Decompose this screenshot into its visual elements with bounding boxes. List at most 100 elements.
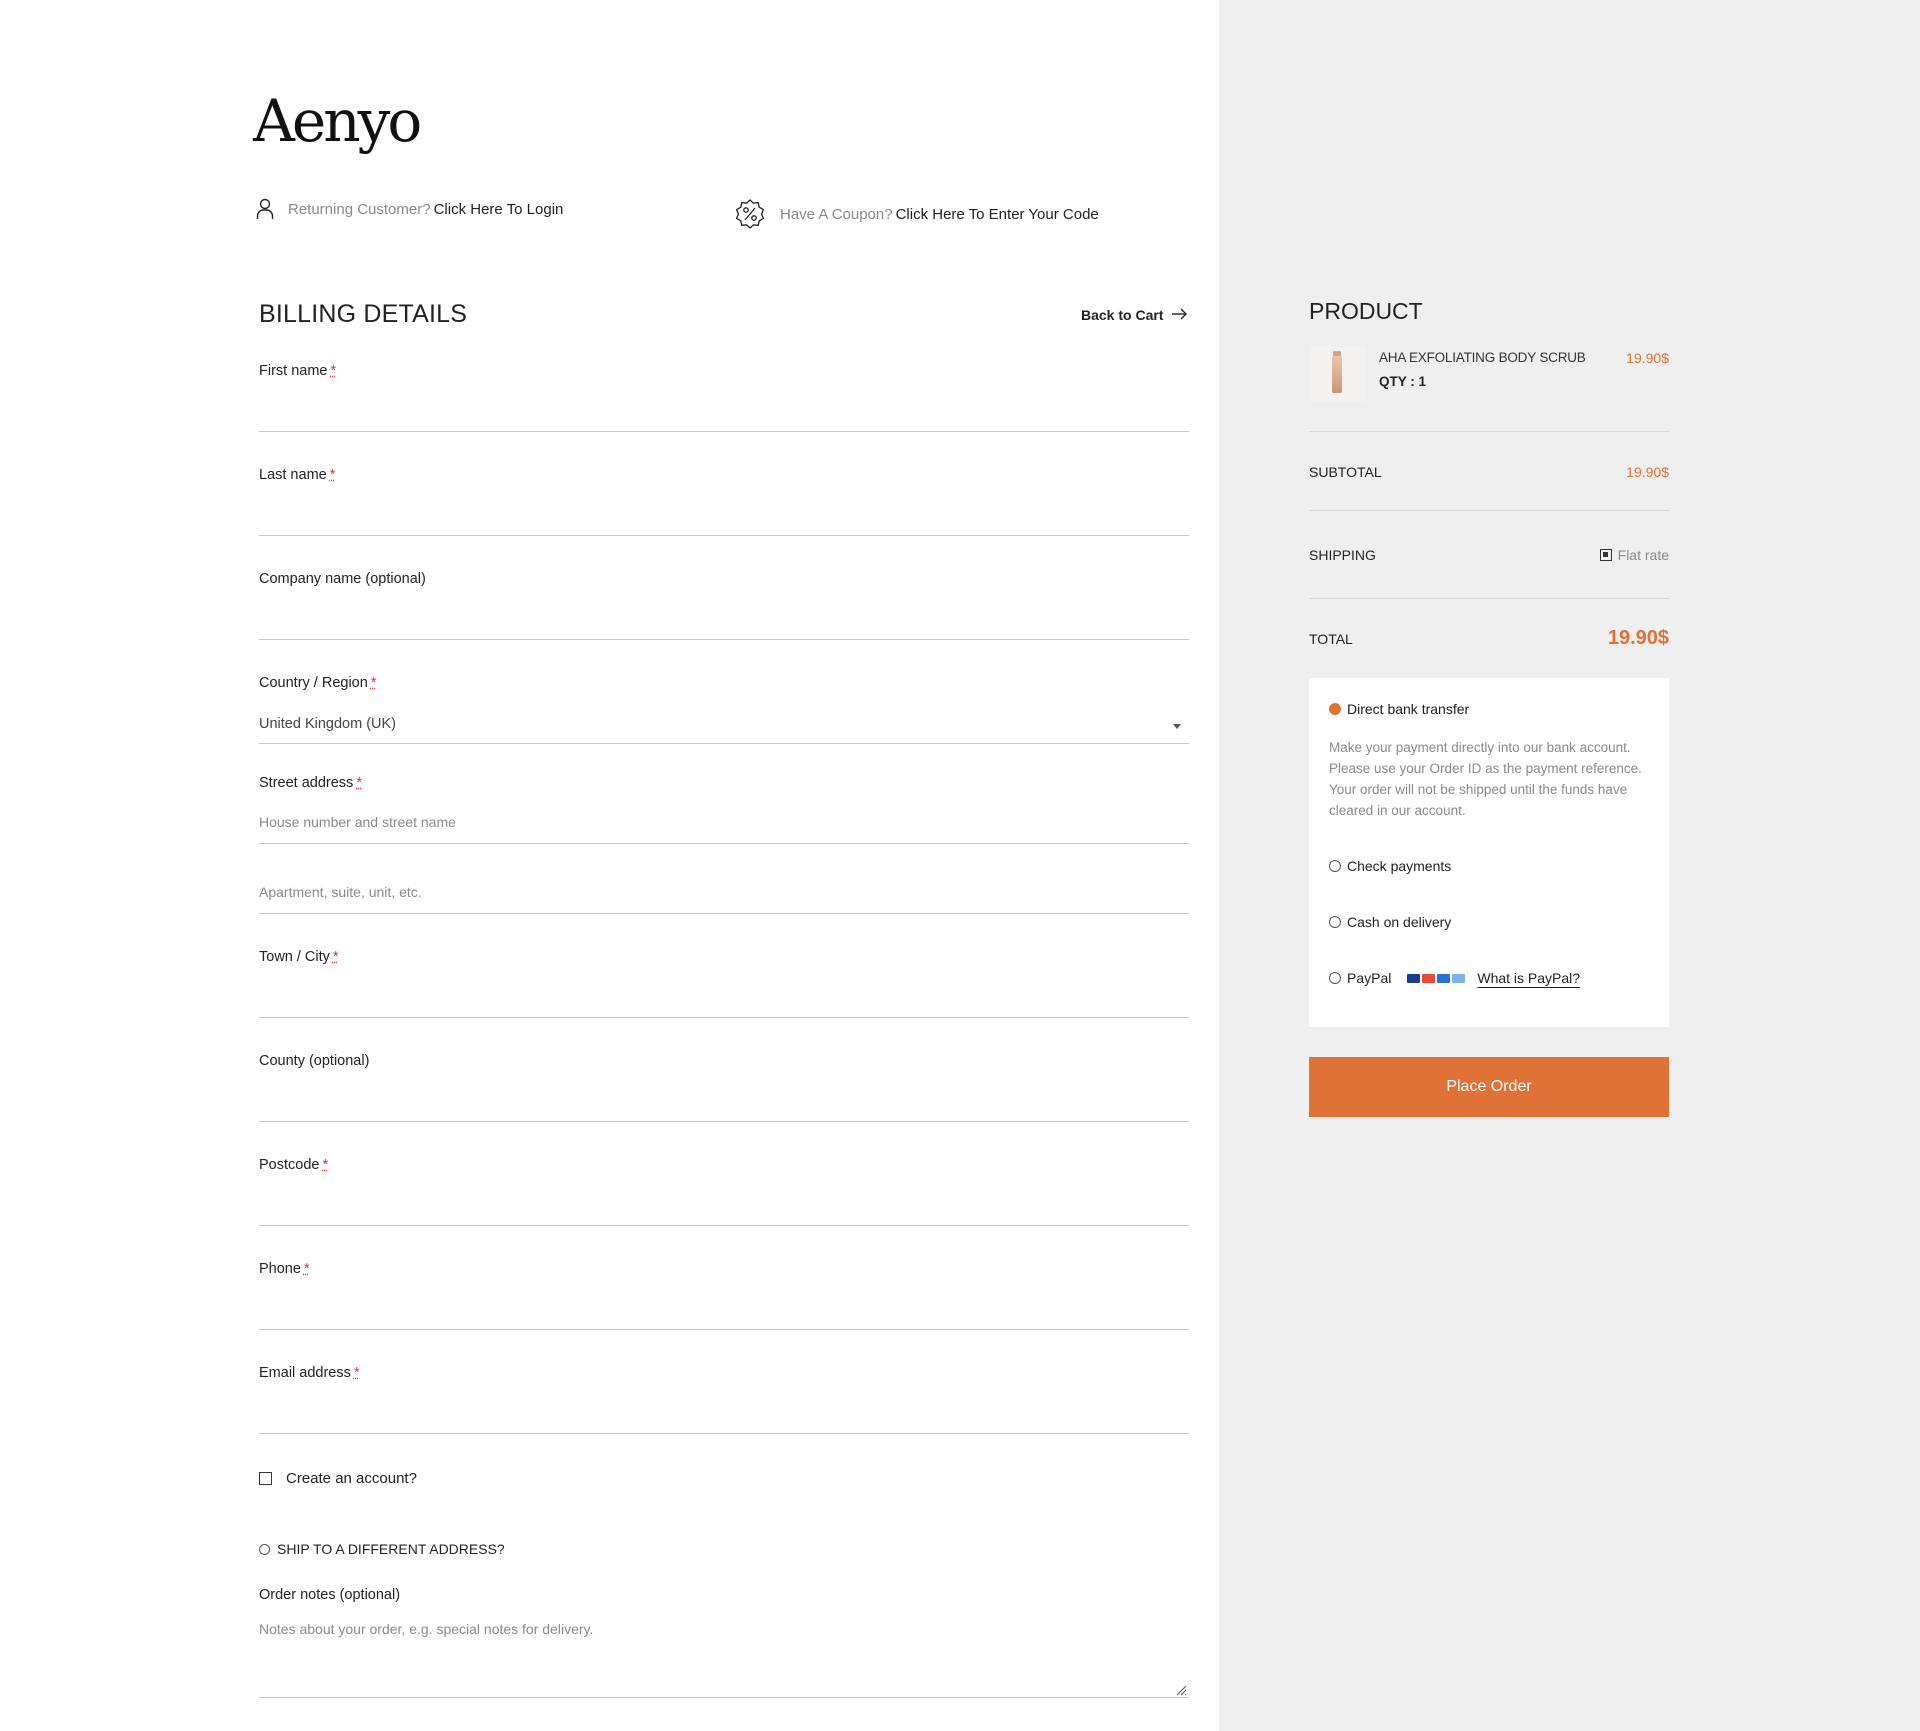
radio-unselected[interactable] [1329,860,1341,872]
billing-details-title: BILLING DETAILS [259,300,468,328]
company-name-field: Company name (optional) [259,571,1189,640]
field-underline [259,431,1189,432]
paypal-label: PayPal [1347,970,1392,986]
street-address-input[interactable] [259,805,1189,839]
bank-transfer-label: Direct bank transfer [1347,701,1470,717]
payment-methods-box: Direct bank transfer Make your payment d… [1309,678,1669,1027]
email-label: Email address * [259,1365,360,1381]
product-thumbnail[interactable] [1309,346,1365,402]
amex-card-icon [1437,973,1451,983]
field-underline [259,535,1189,536]
field-underline [259,743,1189,744]
company-name-label: Company name (optional) [259,571,426,587]
town-city-input[interactable] [259,979,1189,1013]
field-underline [259,1697,1189,1698]
country-select[interactable]: United Kingdom (UK) [259,716,396,732]
discover-card-icon [1452,973,1466,983]
returning-customer-notice: Returning Customer? Click Here To Login [256,198,563,220]
discount-badge-icon [734,198,766,230]
product-tube-image [1332,351,1342,393]
ship-different-radio[interactable] [259,1543,270,1555]
email-field: Email address * [259,1365,1189,1434]
card-logos-icon [1407,973,1466,983]
ship-different-label: SHIP TO A DIFFERENT ADDRESS? [277,1541,505,1557]
town-city-field: Town / City * [259,949,1189,1018]
field-underline [259,1017,1189,1018]
field-underline [259,1433,1189,1434]
total-value: 19.90$ [1607,627,1669,649]
returning-customer-text: Returning Customer? [288,200,431,218]
phone-input[interactable] [259,1291,1189,1325]
radio-selected[interactable] [1329,703,1341,715]
country-region-field: Country / Region * United Kingdom (UK) [259,675,1189,744]
last-name-input[interactable] [259,497,1189,531]
last-name-label: Last name * [259,467,336,483]
brand-logo[interactable]: Aenyo [253,92,422,150]
radio-unselected[interactable] [1329,972,1341,984]
field-underline [259,843,1189,844]
what-is-paypal-link[interactable]: What is PayPal? [1477,970,1580,986]
last-name-field: Last name * [259,467,1189,536]
payment-option-check[interactable]: Check payments [1329,858,1451,874]
create-account-checkbox[interactable]: Create an account? [259,1470,417,1487]
summary-divider [1309,510,1669,511]
order-notes-textarea[interactable] [259,1621,1189,1689]
ship-different-address-toggle[interactable]: SHIP TO A DIFFERENT ADDRESS? [259,1541,505,1557]
back-to-cart-link[interactable]: Back to Cart [1081,307,1188,323]
street-address-field: Street address * [259,775,1189,914]
product-quantity: QTY : 1 [1379,374,1427,389]
subtotal-value: 19.90$ [1626,464,1669,480]
order-notes-field: Order notes (optional) [259,1587,1189,1698]
phone-field: Phone * [259,1261,1189,1330]
payment-option-paypal[interactable]: PayPal What is PayPal? [1329,970,1580,986]
country-region-label: Country / Region * [259,675,377,691]
first-name-field: First name * [259,363,1189,432]
payment-option-bank-transfer[interactable]: Direct bank transfer [1329,701,1469,717]
coupon-notice: Have A Coupon? Click Here To Enter Your … [734,198,1099,230]
postcode-input[interactable] [259,1187,1189,1221]
shipping-label: SHIPPING [1309,547,1376,563]
create-account-label: Create an account? [286,1470,417,1487]
coupon-text: Have A Coupon? [780,205,893,223]
field-underline [259,913,1189,914]
county-input[interactable] [259,1083,1189,1117]
back-to-cart-label: Back to Cart [1081,307,1164,323]
street-address-label: Street address * [259,775,362,791]
product-name: AHA EXFOLIATING BODY SCRUB [1379,350,1586,365]
county-field: County (optional) [259,1053,1189,1122]
product-price: 19.90$ [1626,350,1669,366]
first-name-label: First name * [259,363,337,379]
shipping-method: Flat rate [1617,547,1669,563]
town-city-label: Town / City * [259,949,339,965]
user-icon [256,198,274,220]
check-payments-label: Check payments [1347,858,1452,874]
login-link[interactable]: Click Here To Login [434,201,564,218]
bank-transfer-description: Make your payment directly into our bank… [1329,740,1642,818]
coupon-link[interactable]: Click Here To Enter Your Code [896,206,1099,223]
radio-unselected[interactable] [1329,916,1341,928]
field-underline [259,1121,1189,1122]
total-label: TOTAL [1309,631,1353,647]
shipping-selected-icon[interactable] [1599,549,1612,561]
phone-label: Phone * [259,1261,310,1277]
first-name-input[interactable] [259,393,1189,427]
summary-divider [1309,431,1669,432]
summary-divider [1309,598,1669,599]
payment-option-cod[interactable]: Cash on delivery [1329,914,1451,930]
chevron-down-icon[interactable] [1173,724,1181,729]
email-input[interactable] [259,1395,1189,1429]
street-address-line2-input[interactable] [259,875,1189,909]
arrow-right-icon [1171,307,1188,323]
cash-on-delivery-label: Cash on delivery [1347,914,1452,930]
order-notes-label: Order notes (optional) [259,1587,401,1603]
postcode-field: Postcode * [259,1157,1189,1226]
mastercard-icon [1422,973,1436,983]
shipping-option[interactable]: Flat rate [1599,547,1669,563]
checkbox-box[interactable] [259,1472,272,1485]
product-column-title: PRODUCT [1309,298,1423,324]
visa-card-icon [1407,973,1421,983]
place-order-button[interactable]: Place Order [1309,1057,1669,1117]
county-label: County (optional) [259,1053,370,1069]
field-underline [259,1225,1189,1226]
company-name-input[interactable] [259,601,1189,635]
